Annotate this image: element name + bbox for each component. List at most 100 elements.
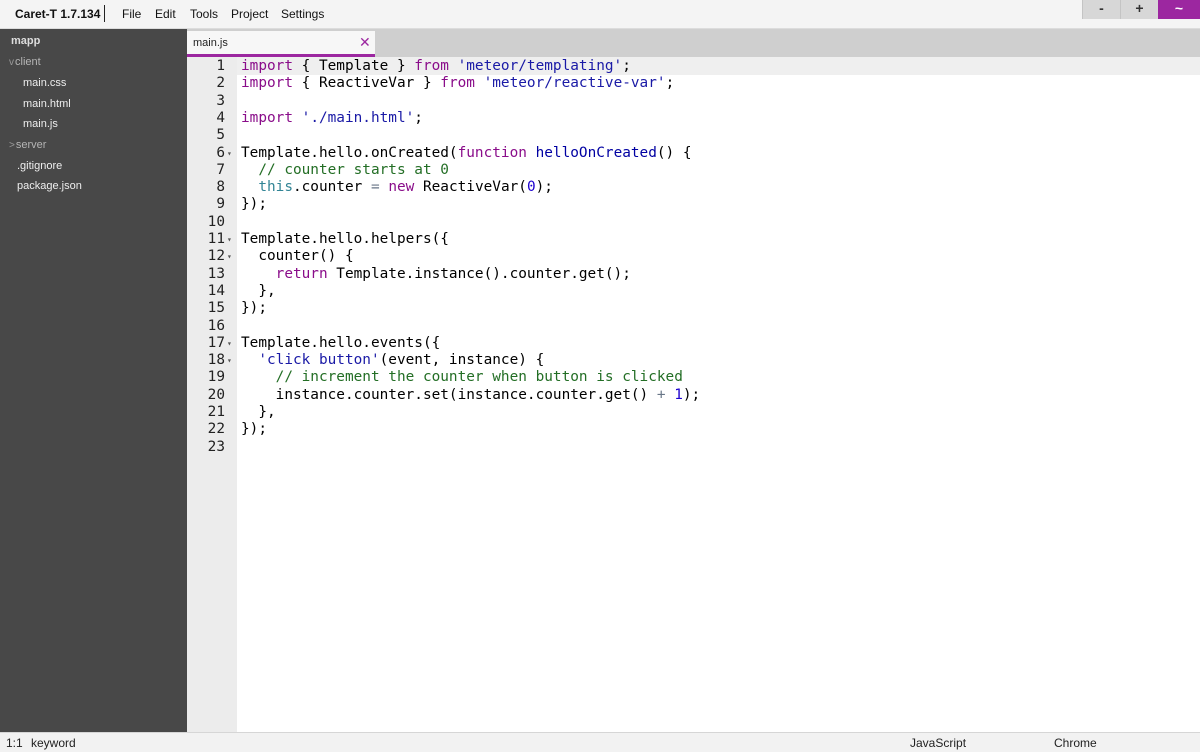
title-separator (104, 5, 105, 22)
line-number: 10 (207, 213, 225, 230)
tree-folder-client[interactable]: vclient (9, 56, 41, 68)
code-line[interactable]: 10 (187, 214, 1200, 231)
code-line[interactable]: 20 instance.counter.set(instance.counter… (187, 387, 1200, 404)
code-line[interactable]: 4 import './main.html'; (187, 110, 1200, 127)
code-text: }, (241, 282, 276, 299)
code-line[interactable]: 18 ▾ 'click button'(event, instance) { (187, 352, 1200, 369)
editor-theme[interactable]: Chrome (1054, 736, 1097, 750)
tree-file-main-css[interactable]: main.css (23, 77, 66, 89)
line-number: 23 (207, 438, 225, 455)
code-line[interactable]: 15}); (187, 300, 1200, 317)
code-line[interactable]: 5 (187, 127, 1200, 144)
app-menu-button[interactable]: ~ (1158, 0, 1200, 19)
code-line[interactable]: 21 }, (187, 404, 1200, 421)
line-number: 14 (207, 282, 225, 299)
fold-arrow-icon[interactable]: ▾ (227, 231, 232, 248)
code-text: Template.hello.events({ (241, 334, 441, 351)
code-editor[interactable]: 1 import { Template } from 'meteor/templa… (187, 57, 1200, 732)
code-text: import { Template } from 'meteor/templat… (241, 58, 631, 74)
code-text: }); (241, 300, 267, 317)
code-line[interactable]: 7 // counter starts at 0 (187, 162, 1200, 179)
code-text: this.counter = new ReactiveVar(0); (258, 179, 553, 196)
line-number: 4 (216, 109, 225, 126)
status-bar: 1:1 keyword JavaScript Chrome (0, 732, 1200, 752)
code-line[interactable]: 23 (187, 439, 1200, 456)
fold-arrow-icon[interactable]: ▾ (227, 352, 232, 369)
tree-file-main-js[interactable]: main.js (23, 118, 58, 130)
minimize-button[interactable]: - (1082, 0, 1120, 19)
code-line[interactable]: 14 }, (187, 283, 1200, 300)
fold-arrow-icon[interactable]: ▾ (227, 145, 232, 162)
code-text: }, (241, 404, 276, 420)
fold-arrow-icon[interactable]: ▾ (227, 248, 232, 265)
line-number: 16 (207, 317, 225, 334)
tree-folder-server[interactable]: >server (9, 139, 46, 151)
maximize-button[interactable]: + (1120, 0, 1158, 19)
menu-tools[interactable]: Tools (190, 7, 218, 21)
code-line[interactable]: 12 ▾ counter() { (187, 248, 1200, 265)
file-tree-sidebar: mapp vclient main.css main.html main.js … (0, 29, 187, 732)
tree-folder-label: server (15, 139, 47, 151)
tab-label: main.js (193, 37, 228, 49)
code-text: 'click button'(event, instance) { (258, 352, 545, 369)
code-text: // counter starts at 0 (258, 161, 449, 178)
tab-main-js[interactable]: main.js ✕ (187, 31, 375, 57)
code-line[interactable]: 22}); (187, 421, 1200, 438)
line-number: 8 (216, 179, 225, 196)
app-title: Caret-T 1.7.134 (15, 7, 101, 21)
code-line[interactable]: 3 (187, 93, 1200, 110)
line-number: 7 (216, 161, 225, 178)
menu-edit[interactable]: Edit (155, 7, 176, 21)
line-number: 1 (216, 58, 225, 74)
line-number: 13 (207, 265, 225, 282)
token-type: keyword (31, 736, 76, 750)
line-number: 6 (216, 144, 225, 161)
code-line[interactable]: 16 (187, 318, 1200, 335)
code-text: Template.hello.onCreated(function helloO… (241, 144, 692, 161)
code-text: import './main.html'; (241, 109, 423, 126)
code-line[interactable]: 19 // increment the counter when button … (187, 369, 1200, 386)
code-line[interactable]: 8 this.counter = new ReactiveVar(0); (187, 179, 1200, 196)
line-number: 2 (216, 75, 225, 92)
project-root[interactable]: mapp (11, 35, 40, 47)
close-icon[interactable]: ✕ (359, 34, 371, 51)
line-number: 18 (207, 352, 225, 369)
menu-project[interactable]: Project (231, 7, 268, 21)
code-line[interactable]: 13 return Template.instance().counter.ge… (187, 266, 1200, 283)
fold-arrow-icon[interactable]: ▾ (227, 335, 232, 352)
code-line[interactable]: 2 import { ReactiveVar } from 'meteor/rea… (187, 75, 1200, 92)
chevron-right-icon: > (9, 140, 15, 151)
line-number: 5 (216, 127, 225, 144)
code-text: instance.counter.set(instance.counter.ge… (241, 386, 701, 403)
code-line[interactable]: 9}); (187, 196, 1200, 213)
tree-file-package-json[interactable]: package.json (17, 180, 82, 192)
line-number: 22 (207, 421, 225, 438)
tree-folder-label: client (15, 56, 41, 68)
line-number: 21 (207, 404, 225, 420)
code-line[interactable]: 11 ▾ Template.hello.helpers({ (187, 231, 1200, 248)
line-number: 9 (216, 196, 225, 213)
code-text: }); (241, 421, 267, 438)
menu-file[interactable]: File (122, 7, 141, 21)
line-number: 11 (207, 231, 225, 247)
line-number: 3 (216, 92, 225, 109)
code-line[interactable]: 6 ▾ Template.hello.onCreated(function hell… (187, 145, 1200, 162)
tab-bar: main.js ✕ (187, 29, 1200, 57)
line-number: 20 (207, 386, 225, 403)
menu-settings[interactable]: Settings (281, 7, 324, 21)
code-text: import { ReactiveVar } from 'meteor/reac… (241, 75, 675, 92)
chevron-down-icon: v (9, 57, 14, 68)
tree-file-main-html[interactable]: main.html (23, 98, 71, 110)
code-text: return Template.instance().counter.get()… (275, 265, 631, 282)
code-text: // increment the counter when button is … (275, 369, 683, 386)
menu-bar: Caret-T 1.7.134 File Edit Tools Project … (0, 0, 1200, 29)
line-number: 12 (207, 248, 225, 265)
language-mode[interactable]: JavaScript (910, 736, 966, 750)
tree-file-gitignore[interactable]: .gitignore (17, 160, 62, 172)
code-line[interactable]: 17 ▾ Template.hello.events({ (187, 335, 1200, 352)
code-text: Template.hello.helpers({ (241, 231, 449, 247)
line-number: 17 (207, 334, 225, 351)
code-line[interactable]: 1 import { Template } from 'meteor/templa… (187, 58, 1200, 75)
cursor-position: 1:1 (6, 736, 23, 750)
line-number: 19 (207, 369, 225, 386)
